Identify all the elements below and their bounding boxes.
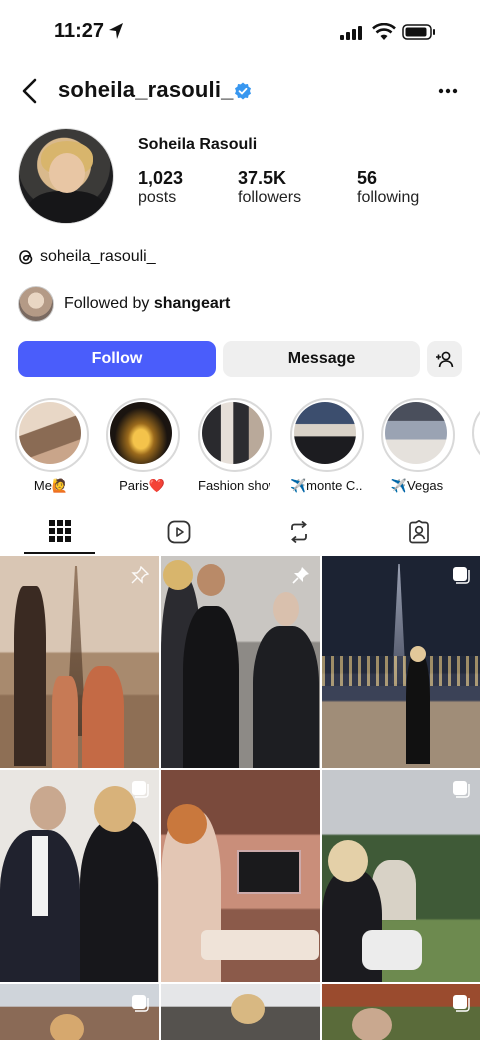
post-tile[interactable] (161, 984, 320, 1040)
post-tile[interactable] (322, 770, 480, 982)
following-label: following (357, 189, 420, 206)
threads-icon (19, 250, 33, 265)
highlight-fashion-show[interactable]: Fashion show (198, 398, 272, 493)
suggested-users-button[interactable] (427, 341, 462, 377)
highlight-label: ✈️monte C... (290, 478, 362, 493)
verified-badge-icon (235, 82, 251, 100)
highlight-cover (294, 402, 356, 464)
followers-label: followers (238, 189, 302, 206)
highlight-label: Paris❤️ (119, 478, 165, 493)
pinned-icon (131, 566, 149, 584)
back-arrow-icon[interactable] (20, 78, 40, 104)
highlight-cover (110, 402, 172, 464)
tagged-icon[interactable] (407, 520, 431, 544)
post-tile[interactable] (161, 556, 320, 768)
multiple-photos-icon (132, 995, 149, 1012)
following-stat[interactable]: 56 following (357, 168, 419, 207)
more-options-icon[interactable] (438, 88, 458, 94)
profile-tabs (0, 510, 480, 554)
multiple-photos-icon (453, 567, 470, 584)
highlight-monte-carlo[interactable]: ✈️monte C... (290, 398, 364, 494)
profile-full-name: Soheila Rasouli (138, 136, 258, 153)
multiple-photos-icon (453, 781, 470, 798)
post-tile[interactable] (0, 770, 159, 982)
highlight-vegas[interactable]: ✈️Vegas (381, 398, 455, 494)
profile-username: soheila_rasouli_ (58, 77, 234, 102)
add-person-icon (435, 351, 453, 368)
follower-avatar (18, 286, 54, 322)
profile-avatar[interactable] (18, 128, 114, 224)
message-button[interactable]: Message (223, 341, 420, 377)
active-tab-indicator (24, 552, 95, 554)
posts-stat[interactable]: 1,023 posts (138, 168, 183, 207)
highlight-cover (19, 402, 81, 464)
highlight-paris[interactable]: Paris❤️ (106, 398, 180, 494)
post-tile[interactable] (322, 556, 480, 768)
highlight-label: Fashion show (198, 478, 270, 493)
reposts-icon[interactable] (287, 520, 311, 544)
post-tile[interactable] (161, 770, 320, 982)
highlight-me[interactable]: Me🙋 (15, 398, 89, 494)
follow-button[interactable]: Follow (18, 341, 216, 377)
highlight-cover (202, 402, 264, 464)
posts-count: 1,023 (138, 168, 184, 188)
threads-handle: soheila_rasouli_ (40, 248, 156, 265)
grid-icon[interactable] (49, 520, 71, 542)
battery-icon (402, 24, 435, 40)
highlight-cover (385, 402, 447, 464)
highlight-partial[interactable] (472, 398, 480, 468)
followed-by-prefix: Followed by (64, 295, 150, 312)
followers-stat[interactable]: 37.5K followers (238, 168, 301, 207)
post-tile[interactable] (322, 984, 480, 1040)
followers-count: 37.5K (238, 168, 287, 188)
location-arrow-icon (109, 23, 123, 39)
cellular-signal-icon (340, 26, 362, 40)
wifi-icon (372, 23, 396, 40)
highlight-label: Me🙋 (33, 478, 69, 493)
pinned-icon (292, 567, 309, 584)
followed-by-row[interactable]: Followed by shangeart (18, 286, 230, 322)
post-tile[interactable] (0, 984, 159, 1040)
threads-link[interactable]: soheila_rasouli_ (18, 248, 156, 266)
posts-label: posts (138, 189, 177, 206)
status-time: 11:27 (54, 20, 105, 42)
following-count: 56 (357, 168, 378, 188)
post-tile[interactable] (0, 556, 159, 768)
highlight-label: ✈️Vegas (390, 478, 444, 493)
multiple-photos-icon (132, 781, 149, 798)
multiple-photos-icon (453, 995, 470, 1012)
followed-by-user: shangeart (153, 295, 231, 312)
reels-icon[interactable] (167, 520, 191, 544)
